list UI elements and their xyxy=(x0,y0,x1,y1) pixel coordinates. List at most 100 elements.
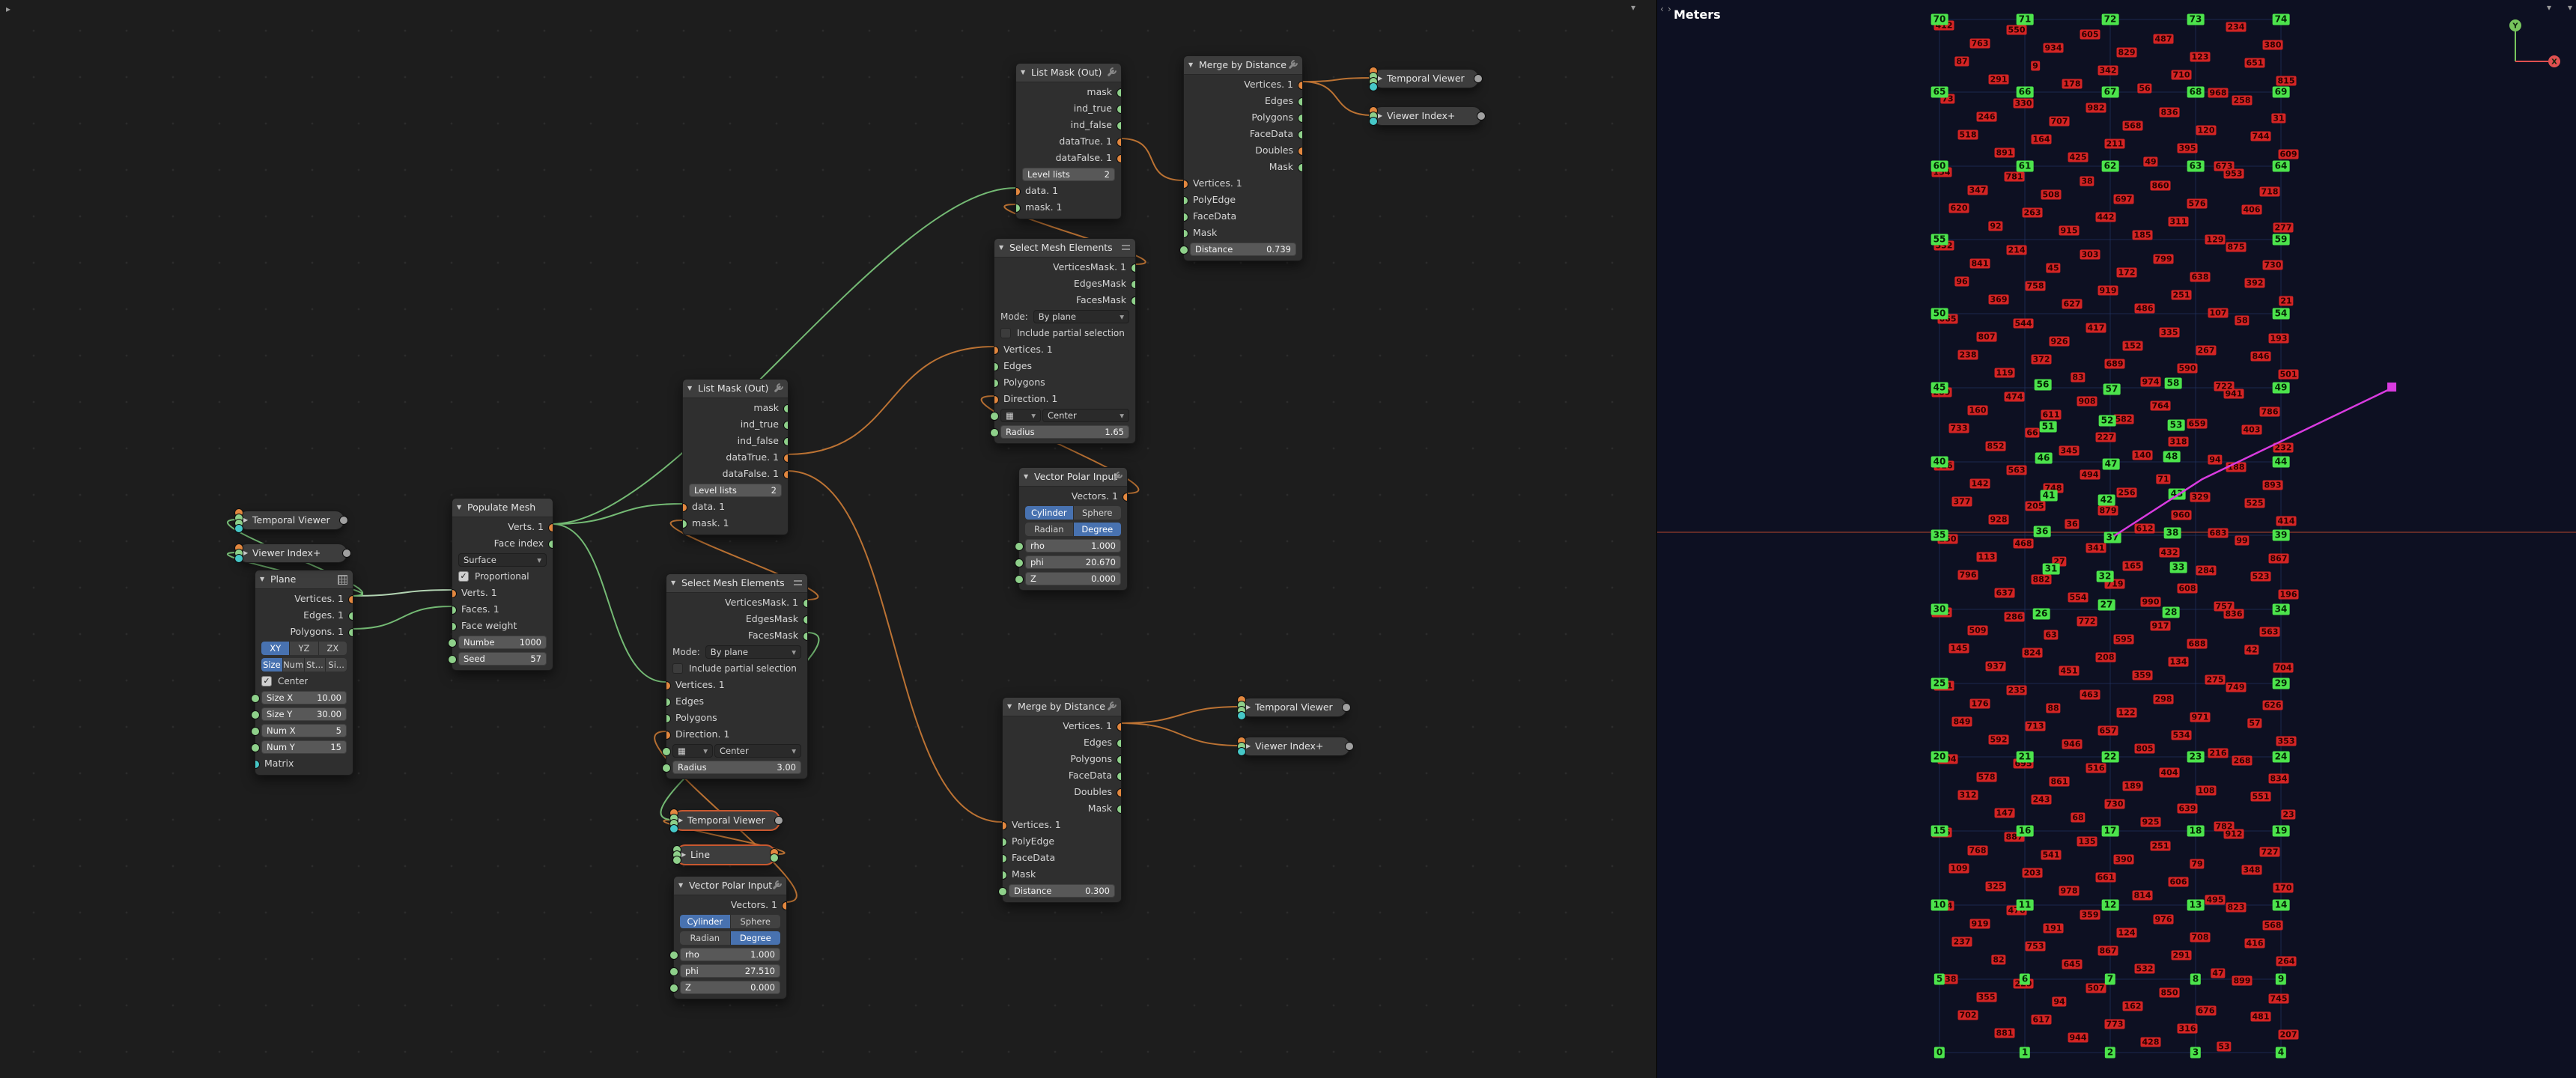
input-socket[interactable] xyxy=(1003,871,1007,880)
collapse-arrow-icon[interactable]: ▼ xyxy=(1024,468,1028,486)
input-socket[interactable] xyxy=(1016,187,1021,196)
node-header[interactable]: ▼List Mask (Out) xyxy=(683,380,788,398)
input-socket[interactable] xyxy=(251,727,260,736)
segment-si[interactable]: Si... xyxy=(326,658,347,672)
number-slider-radius[interactable]: Radius3.00 xyxy=(672,761,801,774)
node-plane[interactable]: ▼PlaneVertices. 1Edges. 1Polygons. 1XYYZ… xyxy=(255,570,353,776)
number-slider-distance[interactable]: Distance0.300 xyxy=(1009,884,1115,898)
panel-right-chevron-icon[interactable]: › xyxy=(1668,4,1671,13)
collapse-arrow-icon[interactable]: ▼ xyxy=(671,574,675,592)
output-socket[interactable] xyxy=(782,901,786,910)
output-socket[interactable] xyxy=(348,612,353,621)
output-socket[interactable] xyxy=(770,853,779,862)
segment-degree[interactable]: Degree xyxy=(731,931,781,945)
expand-arrow-icon[interactable]: ▶ xyxy=(1378,70,1382,87)
node-select-mesh-elements-top[interactable]: ▼Select Mesh ElementsVerticesMask. 1Edge… xyxy=(994,238,1136,444)
output-socket[interactable] xyxy=(1131,280,1135,289)
node-viewer-index-left[interactable]: ▶Viewer Index+ xyxy=(238,543,347,563)
number-slider-seed[interactable]: Seed57 xyxy=(458,652,547,666)
segment-xy[interactable]: XY xyxy=(261,642,290,655)
output-socket[interactable] xyxy=(1298,163,1302,172)
output-socket[interactable] xyxy=(803,615,807,624)
input-socket[interactable] xyxy=(1016,204,1021,213)
output-socket[interactable] xyxy=(774,816,783,825)
collapse-arrow-icon[interactable]: ▼ xyxy=(999,239,1003,257)
segment-num[interactable]: Num xyxy=(283,658,305,672)
input-socket[interactable] xyxy=(662,747,671,756)
output-socket[interactable] xyxy=(1342,703,1351,712)
input-socket[interactable] xyxy=(448,655,457,664)
number-slider-radius[interactable]: Radius1.65 xyxy=(1000,425,1129,439)
sidebar-toggle-icon[interactable]: ▸ xyxy=(6,4,10,13)
number-slider-distance[interactable]: Distance0.739 xyxy=(1190,243,1296,256)
node-temporal-viewer-bottom-right[interactable]: ▶Temporal Viewer xyxy=(1241,698,1347,717)
output-socket[interactable] xyxy=(1298,130,1302,139)
input-socket[interactable] xyxy=(990,412,999,421)
input-socket[interactable] xyxy=(998,887,1007,896)
output-socket[interactable] xyxy=(1298,81,1302,90)
expand-arrow-icon[interactable]: ▶ xyxy=(243,544,248,561)
input-socket[interactable] xyxy=(1237,747,1246,756)
node-list-mask-out-top[interactable]: ▼List Mask (Out)maskind_trueind_falsedat… xyxy=(1015,63,1122,219)
node-header[interactable]: ▼Merge by Distance xyxy=(1184,56,1302,75)
input-socket[interactable] xyxy=(448,639,457,648)
axis-mini-dropdown[interactable]: ▦▾ xyxy=(1000,409,1041,422)
output-socket[interactable] xyxy=(1298,147,1302,156)
segment-cylinder[interactable]: Cylinder xyxy=(1025,506,1074,520)
node-list-mask-out-mid[interactable]: ▼List Mask (Out)maskind_trueind_falsedat… xyxy=(682,379,789,535)
output-socket[interactable] xyxy=(1131,296,1135,305)
checkbox-include-partial-selection[interactable] xyxy=(672,663,683,674)
mode-dropdown[interactable]: By plane▾ xyxy=(1033,310,1129,323)
input-socket[interactable] xyxy=(666,731,671,740)
dropdown-surface[interactable]: Surface▾ xyxy=(458,553,547,567)
input-socket[interactable] xyxy=(669,951,678,960)
input-socket[interactable] xyxy=(452,622,457,631)
input-socket[interactable] xyxy=(669,824,678,833)
panel-left-chevron-icon[interactable]: ‹ xyxy=(1660,4,1664,13)
input-socket[interactable] xyxy=(1003,854,1007,863)
input-socket[interactable] xyxy=(234,524,243,533)
segment-sphere[interactable]: Sphere xyxy=(1074,506,1122,520)
number-slider-z[interactable]: Z0.000 xyxy=(680,981,780,994)
output-socket[interactable] xyxy=(783,404,788,413)
input-socket[interactable] xyxy=(669,984,678,993)
input-socket[interactable] xyxy=(1015,575,1024,584)
node-merge-by-distance-bottom[interactable]: ▼Merge by DistanceVertices. 1EdgesPolygo… xyxy=(1002,697,1122,903)
checkbox-center[interactable]: ✓ xyxy=(261,676,272,686)
node-header[interactable]: ▼Plane xyxy=(255,570,353,589)
output-socket[interactable] xyxy=(783,454,788,463)
output-socket[interactable] xyxy=(1117,805,1121,814)
number-slider-phi[interactable]: phi20.670 xyxy=(1025,555,1121,569)
node-header[interactable]: ▼Select Mesh Elements xyxy=(666,574,807,593)
input-socket[interactable] xyxy=(666,714,671,723)
number-slider-phi[interactable]: phi27.510 xyxy=(680,964,780,978)
output-socket[interactable] xyxy=(1117,88,1121,97)
segment-radian[interactable]: Radian xyxy=(1025,523,1074,536)
input-socket[interactable] xyxy=(234,554,243,563)
input-socket[interactable] xyxy=(452,606,457,615)
segment-zx[interactable]: ZX xyxy=(319,642,347,655)
collapse-arrow-icon[interactable]: ▼ xyxy=(457,499,461,517)
output-socket[interactable] xyxy=(348,628,353,637)
viewport-sidebar-chevron-icon[interactable]: ▾ xyxy=(2568,3,2572,12)
number-slider-level-lists[interactable]: Level lists2 xyxy=(689,484,782,497)
output-socket[interactable] xyxy=(1131,264,1135,272)
segment-size[interactable]: Size xyxy=(261,658,283,672)
input-socket[interactable] xyxy=(683,520,687,529)
output-socket[interactable] xyxy=(783,470,788,479)
number-slider-size-x[interactable]: Size X10.00 xyxy=(261,691,347,704)
expand-arrow-icon[interactable]: ▶ xyxy=(678,811,683,829)
input-socket[interactable] xyxy=(1015,542,1024,551)
input-socket[interactable] xyxy=(1237,711,1246,720)
input-socket[interactable] xyxy=(994,379,999,388)
output-socket[interactable] xyxy=(342,549,351,558)
output-socket[interactable] xyxy=(1117,772,1121,781)
output-socket[interactable] xyxy=(1117,739,1121,748)
node-temporal-viewer-bottom[interactable]: ▶Temporal Viewer xyxy=(673,811,780,830)
segment-st[interactable]: St... xyxy=(305,658,326,672)
input-socket[interactable] xyxy=(994,346,999,355)
input-socket[interactable] xyxy=(1179,246,1188,255)
output-socket[interactable] xyxy=(1123,493,1127,502)
output-socket[interactable] xyxy=(1117,788,1121,797)
output-socket[interactable] xyxy=(548,523,553,532)
